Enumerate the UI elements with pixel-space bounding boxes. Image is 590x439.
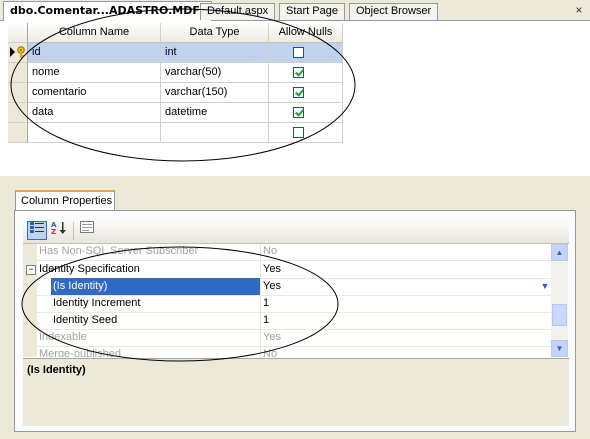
- property-row[interactable]: Identity Seed 1: [23, 312, 551, 330]
- table-designer-grid-area: Column Name Data Type Allow Nulls id int…: [0, 21, 590, 176]
- allow-nulls-cell[interactable]: [269, 43, 343, 63]
- column-name-cell[interactable]: id: [28, 43, 161, 63]
- property-name: Identity Seed: [53, 314, 118, 326]
- property-description-title: (Is Identity): [27, 364, 86, 376]
- primary-key-icon: [16, 46, 26, 62]
- scroll-up-icon[interactable]: ▲: [551, 244, 568, 261]
- column-header-nulls[interactable]: Allow Nulls: [269, 23, 343, 43]
- property-grid: Has Non-SQL Server Subscriber No − Ident…: [23, 244, 551, 357]
- property-row[interactable]: Merge-published No: [23, 346, 551, 357]
- tab-table-designer[interactable]: dbo.Comentar...ADASTRO.MDF): [3, 1, 212, 21]
- allow-nulls-cell[interactable]: [269, 63, 343, 83]
- row-selector[interactable]: [8, 123, 28, 143]
- allow-nulls-checkbox[interactable]: [293, 127, 304, 138]
- row-selector[interactable]: [8, 63, 28, 83]
- row-selector[interactable]: [8, 83, 28, 103]
- column-name-cell[interactable]: comentario: [28, 83, 161, 103]
- column-name-cell[interactable]: data: [28, 103, 161, 123]
- property-name: (Is Identity): [51, 278, 261, 295]
- column-header-name[interactable]: Column Name: [28, 23, 161, 43]
- property-value: No: [260, 244, 551, 260]
- row-selector[interactable]: [8, 43, 28, 63]
- property-margin: [23, 329, 37, 346]
- property-value[interactable]: 1: [260, 295, 551, 312]
- tab-default-aspx[interactable]: Default.aspx: [200, 3, 276, 20]
- property-value-dropdown[interactable]: Yes ▼: [260, 278, 551, 295]
- property-row[interactable]: Identity Increment 1: [23, 295, 551, 313]
- property-value: Yes: [263, 280, 281, 292]
- toolbar-separator: [73, 222, 74, 240]
- column-name-cell[interactable]: [28, 123, 161, 143]
- property-name: Merge-published: [39, 348, 121, 357]
- column-header-type[interactable]: Data Type: [161, 23, 269, 43]
- property-row[interactable]: Indexable Yes: [23, 329, 551, 347]
- data-type-cell[interactable]: varchar(150): [161, 83, 269, 103]
- tab-start-page[interactable]: Start Page: [279, 3, 345, 20]
- property-margin: [23, 346, 37, 357]
- grid-corner: [8, 23, 28, 43]
- dropdown-arrow-icon[interactable]: ▼: [538, 279, 551, 293]
- property-value[interactable]: 1: [260, 312, 551, 329]
- pane-splitter[interactable]: [0, 176, 590, 184]
- allow-nulls-cell[interactable]: [269, 123, 343, 143]
- data-type-cell[interactable]: int: [161, 43, 269, 63]
- tab-object-browser[interactable]: Object Browser: [349, 3, 439, 20]
- property-name: Identity Specification: [39, 263, 140, 275]
- current-row-arrow-icon: [10, 47, 15, 57]
- allow-nulls-checkbox[interactable]: [293, 67, 304, 78]
- property-row[interactable]: − Identity Specification Yes: [23, 261, 551, 279]
- svg-text:Z: Z: [51, 228, 56, 235]
- data-type-cell[interactable]: [161, 123, 269, 143]
- property-margin: [23, 312, 37, 329]
- allow-nulls-cell[interactable]: [269, 103, 343, 123]
- allow-nulls-cell[interactable]: [269, 83, 343, 103]
- property-name: Identity Increment: [53, 297, 141, 309]
- tab-column-properties[interactable]: Column Properties: [15, 190, 115, 210]
- row-selector[interactable]: [8, 103, 28, 123]
- close-icon[interactable]: ×: [572, 3, 586, 17]
- collapse-icon[interactable]: −: [26, 265, 36, 275]
- data-type-cell[interactable]: datetime: [161, 103, 269, 123]
- property-name: Indexable: [39, 331, 87, 343]
- allow-nulls-checkbox[interactable]: [293, 107, 304, 118]
- data-type-cell[interactable]: varchar(50): [161, 63, 269, 83]
- property-name: Has Non-SQL Server Subscriber: [39, 245, 199, 257]
- alphabetical-icon[interactable]: AZ: [49, 221, 69, 240]
- properties-toolbar: AZ: [23, 219, 569, 244]
- property-value: No: [260, 346, 551, 357]
- column-properties-panel: AZ Has Non-SQL Server Subscriber No − Id…: [14, 210, 576, 432]
- scroll-thumb[interactable]: [552, 304, 567, 326]
- property-margin: [23, 278, 37, 295]
- property-description-pane: (Is Identity): [23, 358, 569, 426]
- property-pages-icon[interactable]: [77, 221, 97, 240]
- column-name-cell[interactable]: nome: [28, 63, 161, 83]
- document-tab-bar: dbo.Comentar...ADASTRO.MDF) Default.aspx…: [0, 0, 590, 21]
- allow-nulls-checkbox[interactable]: [293, 47, 304, 58]
- property-grid-scrollbar[interactable]: ▲ ▼: [551, 244, 568, 357]
- property-value: Yes: [260, 329, 551, 346]
- categorized-icon[interactable]: [27, 221, 47, 240]
- property-margin: [23, 295, 37, 312]
- property-row[interactable]: Has Non-SQL Server Subscriber No: [23, 244, 551, 261]
- property-row-selected[interactable]: (Is Identity) Yes ▼: [23, 278, 551, 296]
- allow-nulls-checkbox[interactable]: [293, 87, 304, 98]
- property-value[interactable]: Yes: [260, 261, 551, 278]
- property-margin: [23, 244, 37, 260]
- scroll-down-icon[interactable]: ▼: [551, 340, 568, 357]
